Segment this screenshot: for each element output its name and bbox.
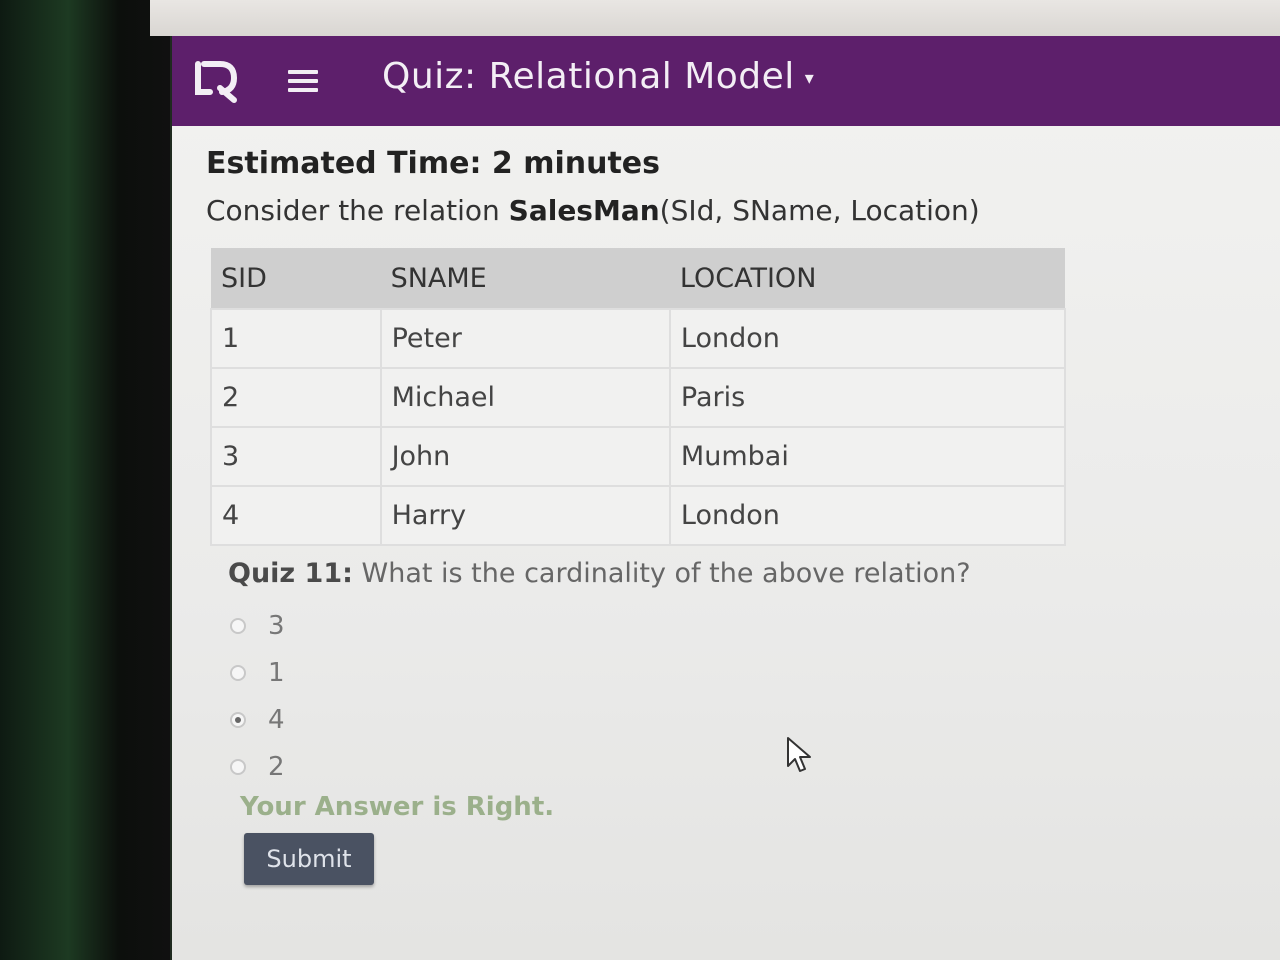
cell-sid: 4	[210, 485, 382, 546]
browser-screen: Quiz: Relational Model ▾ Estimated Time: …	[172, 36, 1280, 960]
estimated-time: Estimated Time: 2 minutes	[206, 146, 660, 181]
option-4[interactable]: 4	[230, 696, 285, 743]
option-2[interactable]: 2	[230, 743, 285, 790]
relation-table: SID SNAME LOCATION 1 Peter London 2 Mich…	[210, 248, 1067, 546]
table-header-row: SID SNAME LOCATION	[211, 248, 1065, 309]
mouse-pointer-icon	[787, 737, 811, 772]
cell-sname: Harry	[379, 485, 671, 546]
column-header-sname: SNAME	[380, 248, 670, 309]
cell-sname: Michael	[379, 367, 671, 428]
cell-location: Paris	[668, 367, 1067, 428]
cell-sid: 3	[210, 426, 382, 487]
cell-location: Mumbai	[668, 426, 1067, 487]
option-3[interactable]: 3	[230, 602, 285, 649]
radio-button[interactable]	[230, 664, 246, 681]
option-1[interactable]: 1	[230, 649, 285, 696]
header-bar: Quiz: Relational Model ▾	[172, 36, 1280, 126]
quiz-number: Quiz 11:	[228, 558, 353, 589]
relation-description: Consider the relation SalesMan(SId, SNam…	[206, 194, 980, 227]
cell-location: London	[668, 485, 1067, 546]
quiz-question: Quiz 11: What is the cardinality of the …	[228, 558, 971, 589]
cell-location: London	[668, 308, 1067, 369]
submit-button[interactable]: Submit	[244, 833, 374, 885]
table-row: 1 Peter London	[210, 308, 1067, 369]
answer-options: 3 1 4 2	[230, 602, 285, 790]
monitor-top-edge	[150, 0, 1280, 36]
quiz-question-text: What is the cardinality of the above rel…	[352, 558, 971, 589]
cell-sname: John	[379, 426, 671, 487]
radio-button[interactable]	[230, 617, 246, 634]
logo-icon[interactable]	[190, 52, 244, 106]
quiz-title: Quiz: Relational Model	[382, 56, 795, 97]
column-header-sid: SID	[211, 248, 381, 309]
option-label: 2	[268, 751, 285, 782]
table-row: 3 John Mumbai	[210, 426, 1067, 487]
radio-button-selected[interactable]	[230, 711, 246, 728]
quiz-title-dropdown[interactable]: Quiz: Relational Model ▾	[382, 56, 814, 97]
radio-button[interactable]	[230, 758, 246, 775]
option-label: 1	[268, 657, 285, 688]
relation-prefix: Consider the relation	[206, 194, 509, 227]
option-label: 4	[268, 704, 285, 735]
cell-sid: 1	[210, 308, 382, 369]
relation-name: SalesMan	[508, 194, 660, 227]
cell-sname: Peter	[379, 308, 671, 369]
relation-attributes: (SId, SName, Location)	[659, 194, 980, 227]
column-header-location: LOCATION	[669, 248, 1065, 309]
chevron-down-icon: ▾	[804, 67, 815, 89]
monitor-bezel	[0, 0, 170, 960]
cell-sid: 2	[210, 367, 382, 428]
option-label: 3	[268, 610, 285, 641]
hamburger-menu-icon[interactable]	[288, 70, 318, 92]
table-row: 2 Michael Paris	[210, 367, 1067, 428]
table-row: 4 Harry London	[210, 485, 1067, 546]
answer-feedback: Your Answer is Right.	[240, 792, 555, 822]
